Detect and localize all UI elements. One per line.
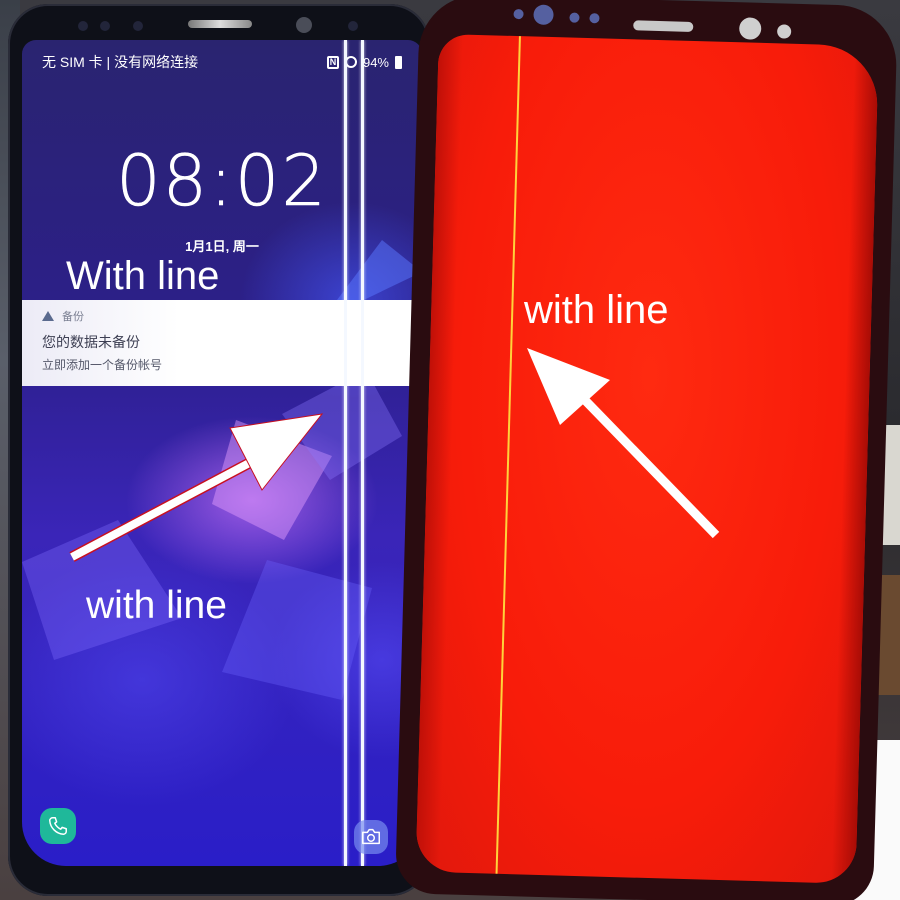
sensor-dot — [569, 12, 580, 23]
lock-screen: 无 SIM 卡 | 没有网络连接 N 94% 08:02 1月1日, 周一 备份… — [22, 40, 422, 866]
phone-icon — [49, 817, 67, 835]
proximity-sensor — [776, 24, 792, 39]
phone-shortcut[interactable] — [40, 808, 76, 844]
sensor-dot — [78, 21, 88, 31]
sensor-dot — [513, 8, 524, 20]
status-icons: N 94% — [326, 54, 402, 70]
battery-icon — [395, 55, 402, 69]
front-camera — [296, 17, 312, 33]
battery-percent: 94% — [362, 54, 389, 70]
status-bar: 无 SIM 卡 | 没有网络连接 N 94% — [42, 52, 402, 72]
right-phone — [394, 0, 898, 900]
annotation-label-bottom: with line — [86, 584, 227, 627]
backup-notification[interactable]: 备份 您的数据未备份 立即添加一个备份帐号 — [22, 300, 414, 386]
iris-scanner — [533, 4, 554, 26]
warning-icon — [42, 311, 54, 321]
sensor-dot — [100, 21, 110, 31]
left-phone: 无 SIM 卡 | 没有网络连接 N 94% 08:02 1月1日, 周一 备份… — [8, 4, 430, 896]
carrier-status: 无 SIM 卡 | 没有网络连接 — [42, 54, 199, 70]
notification-header: 备份 — [42, 308, 84, 324]
red-test-screen — [415, 33, 879, 884]
defect-line — [344, 40, 347, 866]
annotation-label-top: With line — [66, 254, 220, 298]
front-camera — [738, 17, 762, 40]
defect-line — [495, 36, 521, 874]
sensor-dot — [589, 13, 600, 24]
wallpaper-facet — [222, 560, 372, 700]
sensor-dot — [348, 21, 358, 31]
clock-time: 08:02 — [116, 140, 328, 223]
nfc-icon: N — [326, 55, 339, 69]
camera-icon — [362, 828, 380, 845]
camera-shortcut[interactable] — [354, 820, 388, 854]
earpiece-speaker — [188, 20, 252, 28]
notification-text: 立即添加一个备份帐号 — [42, 358, 163, 372]
earpiece-speaker — [633, 20, 694, 32]
notification-title: 您的数据未备份 — [42, 334, 140, 350]
defect-line — [361, 40, 364, 866]
sensor-dot — [133, 21, 143, 31]
annotation-label-right: with line — [524, 288, 669, 332]
screen-edge-left — [415, 33, 463, 873]
notification-app-name: 备份 — [62, 311, 84, 323]
screen-edge-right — [831, 45, 879, 884]
